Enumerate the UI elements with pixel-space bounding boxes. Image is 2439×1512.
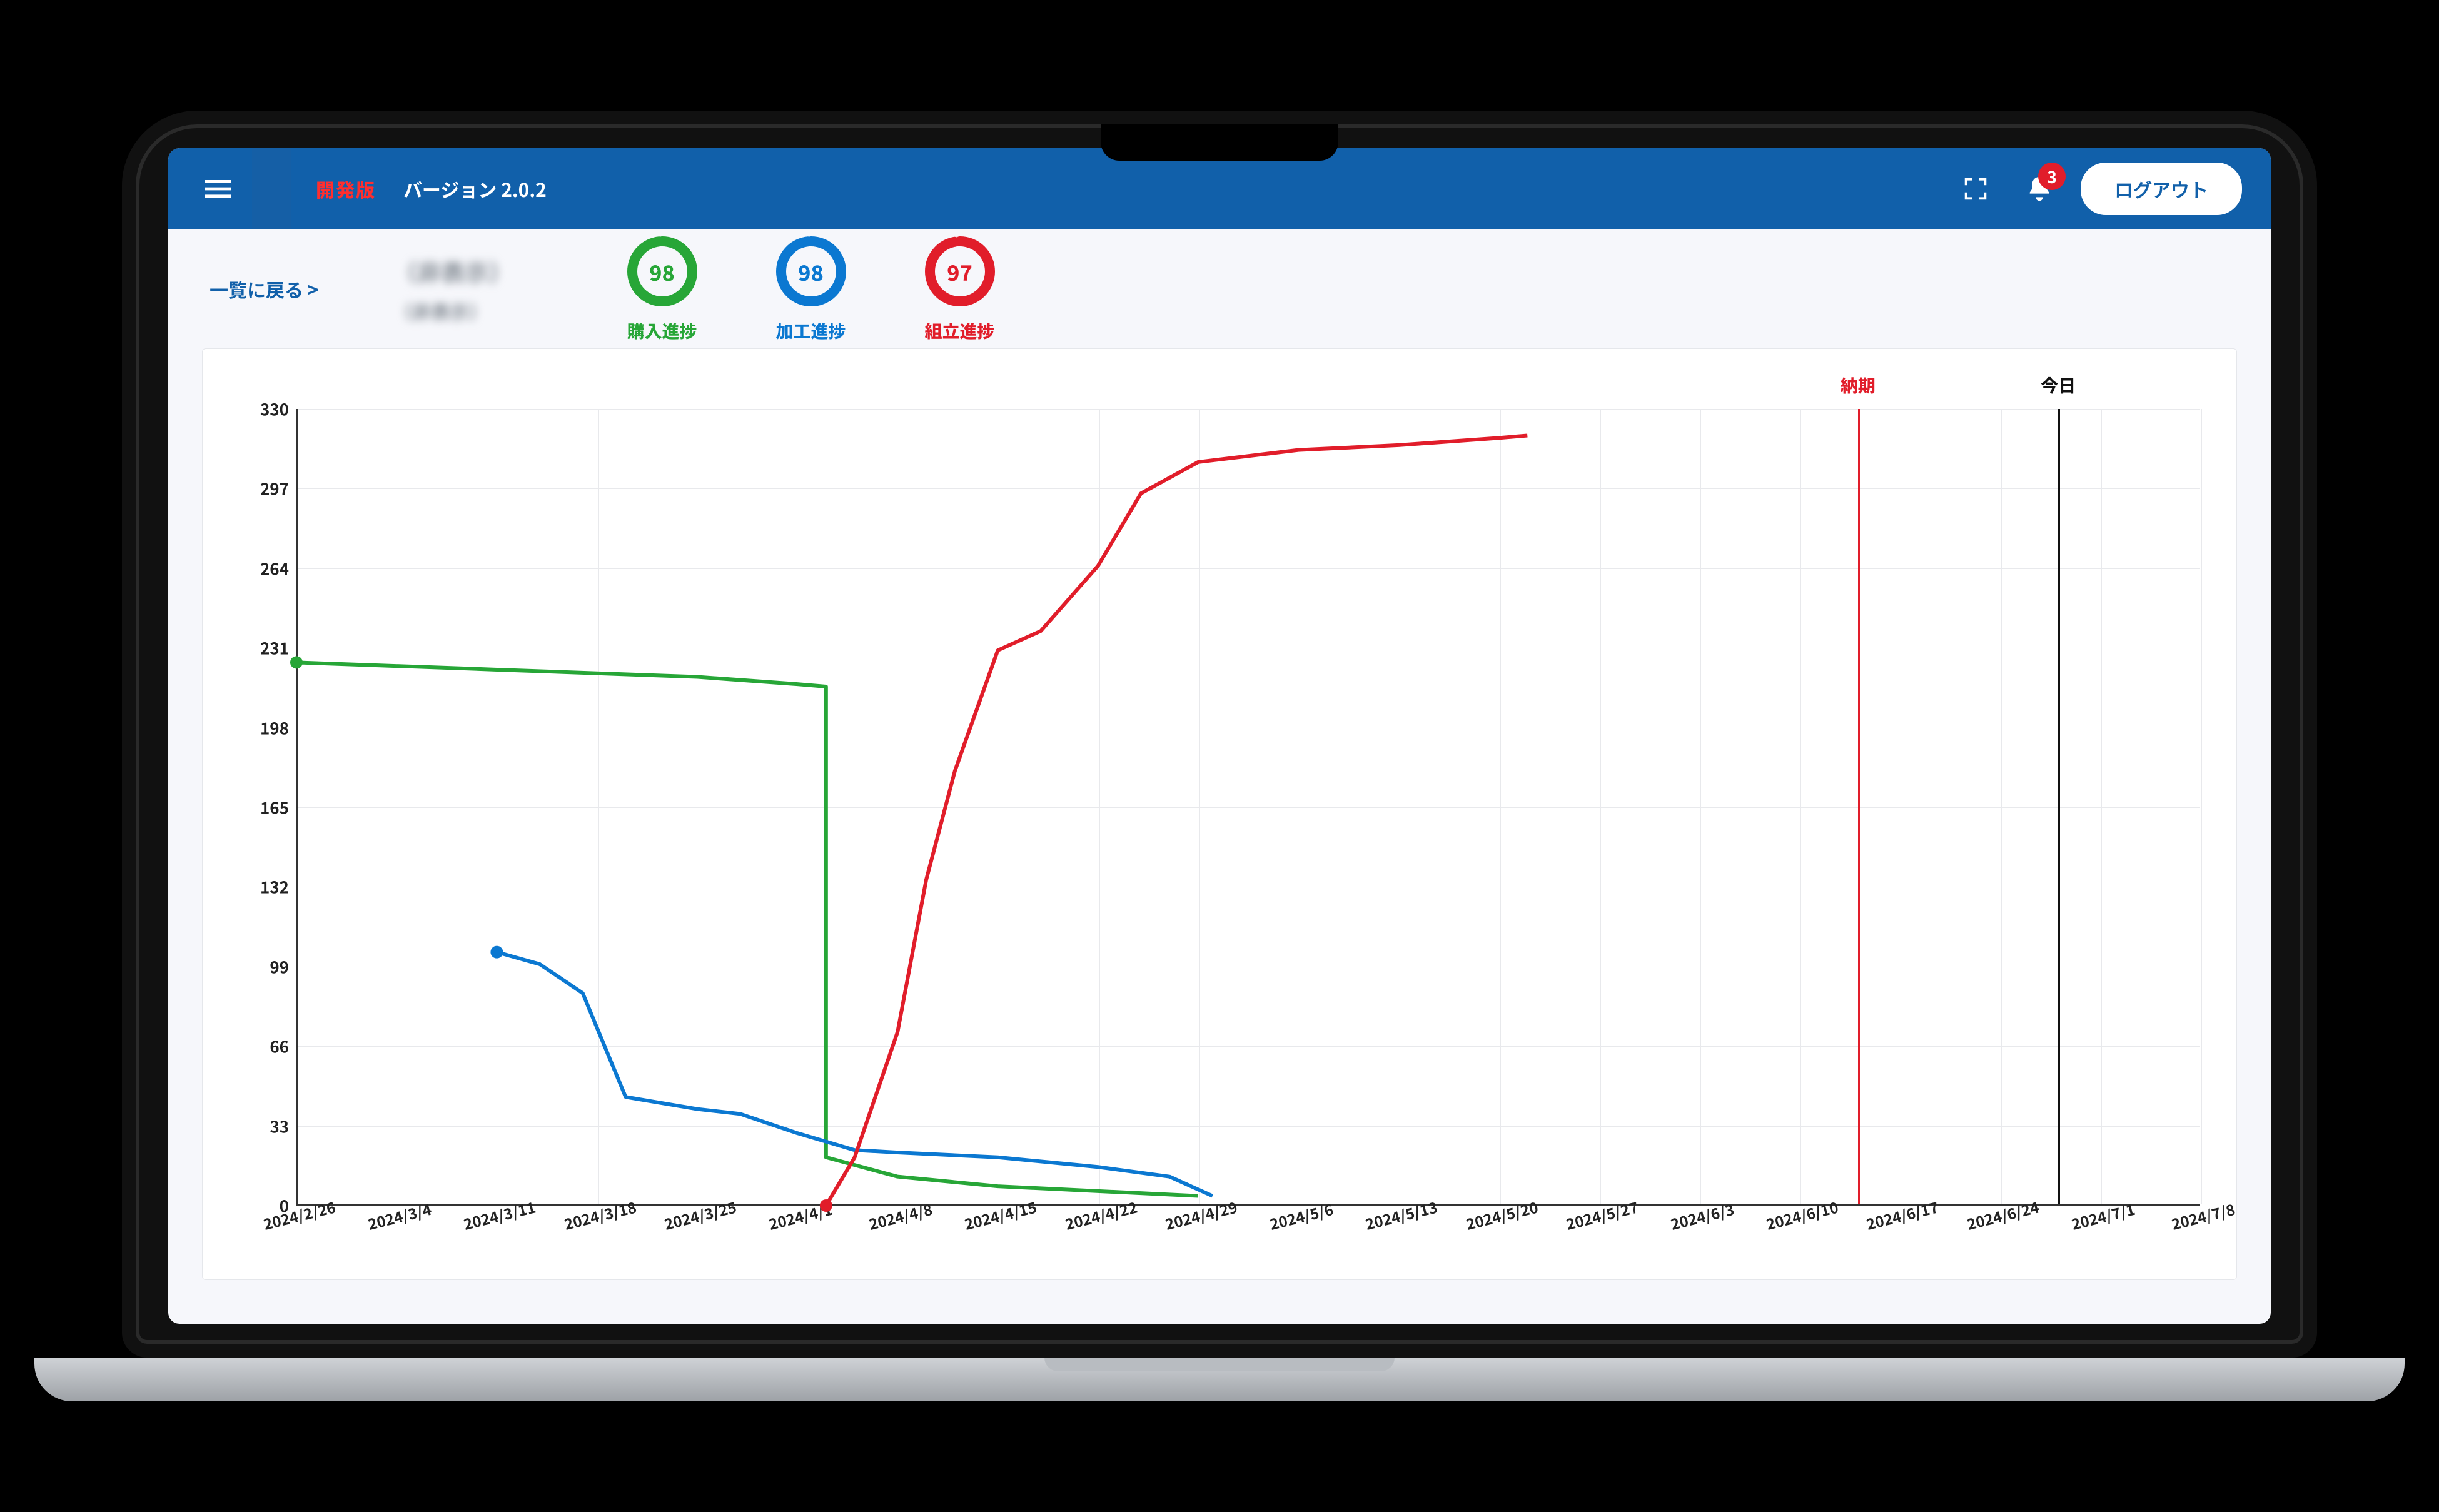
page-title: （非表示） [394,254,513,288]
y-tick: 297 [260,477,289,500]
y-tick: 330 [260,398,289,421]
y-tick: 165 [260,796,289,819]
fullscreen-icon[interactable] [1953,166,1998,211]
logout-button[interactable]: ログアウト [2081,163,2242,215]
chart-plot: 03366991321651982312642973302024/2/26202… [296,409,2200,1206]
y-tick: 132 [260,875,289,899]
progress-donut-purchase: 98 [625,234,699,308]
metric-purchase-label: 購入進捗 [625,318,699,343]
y-tick: 198 [260,716,289,739]
y-tick: 264 [260,557,289,580]
back-link[interactable]: 一覧に戻る > [210,275,319,303]
menu-icon[interactable] [183,171,252,206]
marker-label-today: 今日 [2041,373,2076,398]
bell-icon[interactable]: 3 [2017,166,2062,211]
progress-donut-machining: 98 [774,234,848,308]
y-tick: 33 [270,1114,289,1137]
header-divider [252,148,291,229]
notification-badge: 3 [2038,163,2066,190]
series-組立進捗 [826,435,1527,1206]
metric-purchase-value: 98 [625,234,699,308]
chart-lines [296,409,2200,1206]
metric-machining-value: 98 [774,234,848,308]
metric-assembly-value: 97 [923,234,997,308]
metric-machining: 98 加工進捗 [774,234,848,343]
metric-assembly-label: 組立進捗 [923,318,997,343]
version-label: バージョン 2.0.2 [403,175,547,203]
metric-machining-label: 加工進捗 [774,318,848,343]
laptop-base [34,1358,2405,1401]
sub-header: 一覧に戻る > （非表示） （非表示） 98 購入進捗 98 [168,229,2271,348]
y-tick: 99 [270,955,289,978]
metric-purchase: 98 購入進捗 [625,234,699,343]
y-tick: 231 [260,637,289,660]
dev-badge: 開発版 [316,175,376,203]
chart-card: 03366991321651982312642973302024/2/26202… [202,348,2237,1280]
marker-label-deadline: 納期 [1841,373,1876,398]
y-tick: 66 [270,1035,289,1058]
page-subtitle: （非表示） [394,297,513,325]
progress-donut-assembly: 97 [923,234,997,308]
metric-assembly: 97 組立進捗 [923,234,997,343]
